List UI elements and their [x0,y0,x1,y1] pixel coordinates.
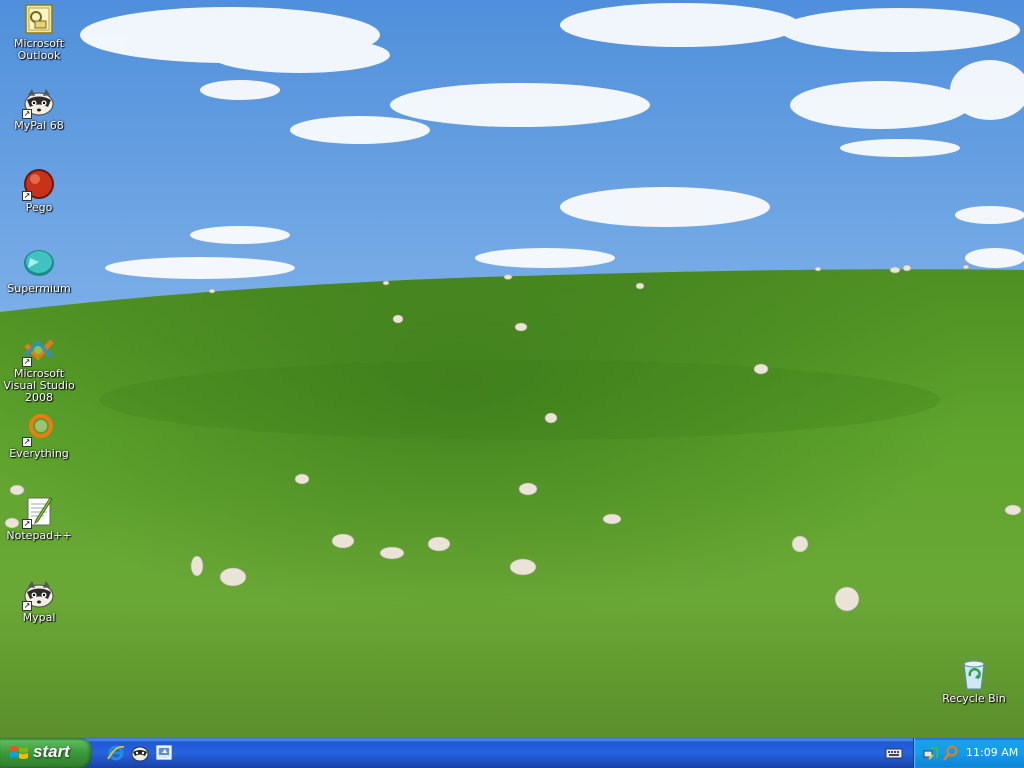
windows-logo-icon [10,746,28,759]
desktop-icon-everything[interactable]: ↗ Everything [0,413,78,460]
desktop-icon-label: MyPal 68 [14,119,64,132]
desktop-icon-label: Everything [9,447,69,460]
clock[interactable]: 11:09 AM [966,746,1018,759]
desktop-icon-label: Mypal [22,611,56,624]
mypal-raccoon-icon: ↗ [22,85,56,119]
internet-explorer-icon[interactable] [106,743,126,763]
shortcut-arrow-icon: ↗ [22,601,32,611]
desktop-icon-mypal-68[interactable]: ↗ MyPal 68 [0,85,78,132]
desktop-icon-label: Supermium [7,282,71,295]
desktop-icon-label: Notepad++ [6,529,72,542]
mypal-raccoon-icon: ↗ [22,577,56,611]
desktop-icon-notepad-plus-plus[interactable]: ↗ Notepad++ [0,495,78,542]
wallpaper [0,0,1024,738]
desktop-icon-supermium[interactable]: Supermium [0,248,78,295]
desktop-icon-label: Microsoft Outlook [13,37,65,62]
desktop-icon-label: Microsoft Visual Studio 2008 [3,367,75,404]
recycle-bin-icon [957,658,991,692]
desktop-icon-label: Pego [25,201,53,214]
shortcut-arrow-icon: ↗ [22,357,32,367]
visual-studio-icon: ↗ [22,333,56,367]
desktop-icon-recycle-bin[interactable]: Recycle Bin [935,658,1013,705]
system-tray: 11:09 AM [913,738,1024,768]
supermium-teal-icon [22,248,56,282]
desktop-icon-outlook[interactable]: Microsoft Outlook [0,3,78,62]
shortcut-arrow-icon: ↗ [22,191,32,201]
shortcut-arrow-icon: ↗ [22,109,32,119]
pego-red-ball-icon: ↗ [22,167,56,201]
shortcut-arrow-icon: ↗ [22,437,32,447]
search-tray-icon[interactable] [943,745,959,761]
desktop-icon-pego[interactable]: ↗ Pego [0,167,78,214]
desktop-icon-mypal[interactable]: ↗ Mypal [0,577,78,624]
start-label: start [33,742,70,761]
desktop-icon-label: Recycle Bin [942,692,1006,705]
mypal-raccoon-icon[interactable] [130,743,150,763]
start-button[interactable]: start [0,738,92,768]
notepad-plus-plus-icon: ↗ [22,495,56,529]
shortcut-arrow-icon: ↗ [22,519,32,529]
show-desktop-icon[interactable] [154,743,174,763]
desktop-icon-visual-studio[interactable]: ↗ Microsoft Visual Studio 2008 [0,333,78,404]
everything-search-icon: ↗ [22,413,56,447]
outlook-icon [22,3,56,37]
desktop[interactable]: Microsoft Outlook ↗ MyPal 68 ↗ Pego Supe… [0,0,1024,738]
network-icon[interactable] [923,745,939,761]
keyboard-language-icon[interactable] [884,744,904,762]
taskbar: start 11:09 AM [0,738,1024,768]
